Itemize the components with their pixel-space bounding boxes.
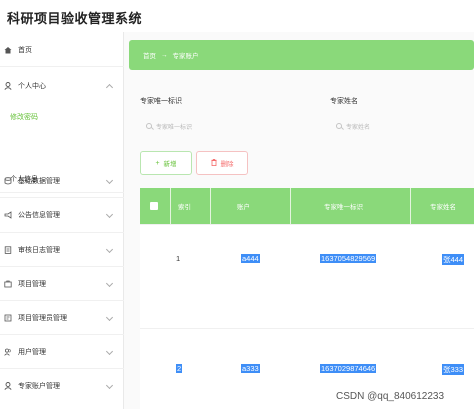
users-icon bbox=[4, 348, 12, 356]
chevron-down-icon bbox=[105, 313, 114, 322]
chevron-down-icon bbox=[105, 176, 114, 185]
column-header-expert-name[interactable]: 专家姓名 bbox=[430, 201, 456, 211]
cell-expert-id: 1637054829569 bbox=[320, 254, 377, 263]
expert-icon bbox=[4, 382, 12, 390]
chevron-down-icon bbox=[105, 210, 114, 219]
sidebar-item-home[interactable]: 首页 bbox=[0, 40, 124, 60]
search-icon bbox=[146, 123, 152, 129]
breadcrumb-separator: → bbox=[161, 51, 168, 59]
chevron-down-icon bbox=[105, 245, 114, 254]
cell-account: a444 bbox=[241, 254, 260, 263]
sidebar-item-notice[interactable]: 公告信息管理 bbox=[0, 205, 124, 225]
chevron-down-icon bbox=[105, 279, 114, 288]
breadcrumb: 首页 → 专家账户 bbox=[129, 40, 474, 70]
expert-id-input[interactable]: 专家唯一标识 bbox=[146, 118, 276, 134]
expert-id-placeholder: 专家唯一标识 bbox=[156, 124, 193, 131]
top-bar: 科研项目验收管理系统 bbox=[0, 0, 474, 32]
sidebar-item-personal-center[interactable]: 个人中心 bbox=[0, 76, 124, 96]
sidebar-item-projects[interactable]: 项目管理 bbox=[0, 274, 124, 294]
sidebar-item-label: 基础数据管理 bbox=[18, 178, 60, 185]
sidebar: 首页 个人中心 修改密码 个人信息 基础数据管理 公告信息管理 审核日志管理 项… bbox=[0, 32, 124, 409]
cell-index: 1 bbox=[176, 254, 181, 263]
expert-name-placeholder: 专家姓名 bbox=[346, 124, 371, 131]
project-icon bbox=[4, 280, 12, 288]
expert-accounts-table: 索引 账户 专家唯一标识 专家姓名 1 a444 1637054829569 张… bbox=[140, 188, 474, 409]
app-title: 科研项目验收管理系统 bbox=[7, 11, 143, 26]
delete-button[interactable]: 删除 bbox=[196, 151, 248, 175]
sidebar-item-label: 项目管理员管理 bbox=[18, 315, 67, 322]
sidebar-item-label: 项目管理 bbox=[18, 281, 46, 288]
sidebar-item-label: 用户管理 bbox=[18, 349, 46, 356]
admin-icon bbox=[4, 314, 12, 322]
sidebar-item-audit-log[interactable]: 审核日志管理 bbox=[0, 240, 124, 260]
chevron-up-icon bbox=[105, 83, 114, 92]
sidebar-item-users[interactable]: 用户管理 bbox=[0, 342, 124, 362]
column-header-account[interactable]: 账户 bbox=[237, 201, 250, 211]
cell-index: 2 bbox=[176, 364, 183, 373]
table-header: 索引 账户 专家唯一标识 专家姓名 bbox=[140, 188, 474, 224]
expert-name-input[interactable]: 专家姓名 bbox=[336, 118, 466, 134]
cell-expert-id: 1637029874646 bbox=[320, 364, 377, 373]
sidebar-subitem-change-password[interactable]: 修改密码 bbox=[0, 108, 124, 126]
column-header-expert-id[interactable]: 专家唯一标识 bbox=[324, 201, 363, 211]
plus-icon: + bbox=[155, 159, 160, 167]
breadcrumb-home[interactable]: 首页 bbox=[143, 50, 156, 60]
cell-expert-name: 张333 bbox=[442, 364, 465, 375]
cell-expert-name: 张444 bbox=[442, 254, 465, 265]
sidebar-item-project-admins[interactable]: 项目管理员管理 bbox=[0, 308, 124, 328]
cell-account: a333 bbox=[241, 364, 260, 373]
user-icon bbox=[4, 82, 12, 90]
expert-id-label: 专家唯一标识 bbox=[140, 98, 182, 105]
sidebar-item-basic-data[interactable]: 基础数据管理 bbox=[0, 171, 124, 191]
breadcrumb-current: 专家账户 bbox=[172, 53, 199, 60]
log-icon bbox=[4, 246, 12, 254]
search-icon bbox=[336, 123, 342, 129]
chevron-down-icon bbox=[105, 381, 114, 390]
sidebar-item-expert-accounts[interactable]: 专家账户管理 bbox=[0, 376, 124, 396]
select-all-checkbox[interactable] bbox=[150, 202, 158, 210]
sidebar-item-label: 个人中心 bbox=[18, 83, 46, 90]
sidebar-item-label: 首页 bbox=[18, 47, 32, 54]
home-icon bbox=[4, 46, 12, 54]
watermark: CSDN @qq_840612233 bbox=[336, 391, 445, 402]
trash-icon bbox=[210, 158, 217, 168]
add-button[interactable]: + 新增 bbox=[140, 151, 192, 175]
sidebar-item-label: 专家账户管理 bbox=[18, 383, 60, 390]
column-header-index[interactable]: 索引 bbox=[178, 201, 191, 211]
sidebar-item-label: 公告信息管理 bbox=[18, 212, 60, 219]
sidebar-item-label: 审核日志管理 bbox=[18, 247, 60, 254]
database-icon bbox=[4, 177, 12, 185]
main-content: 首页 → 专家账户 专家唯一标识 专家唯一标识 专家姓名 专家姓名 + 新增 删… bbox=[124, 32, 474, 409]
expert-name-label: 专家姓名 bbox=[330, 98, 358, 105]
notice-icon bbox=[4, 211, 12, 219]
chevron-down-icon bbox=[105, 347, 114, 356]
